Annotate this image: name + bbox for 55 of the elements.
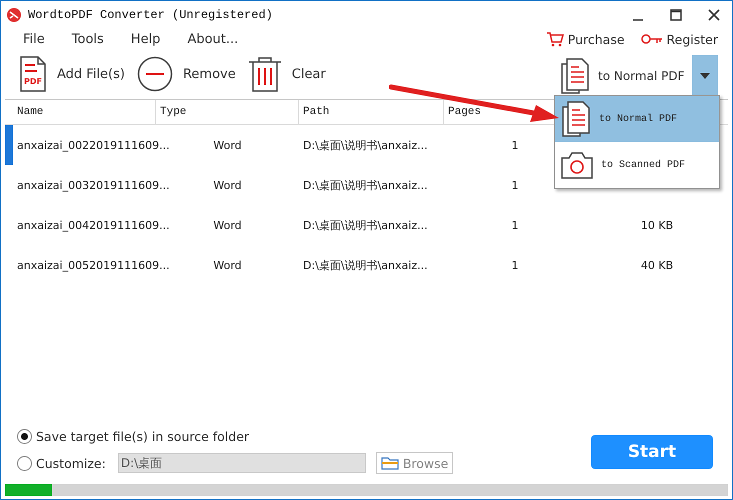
table-cell: anxaizai_0032019111609... <box>17 178 170 192</box>
document-stack-icon <box>561 101 591 137</box>
radio-button[interactable] <box>17 429 32 444</box>
radio-label[interactable]: Save target file(s) in source folder <box>36 429 250 444</box>
pdf-file-icon[interactable]: PDF <box>19 56 47 92</box>
table-cell: Word <box>213 258 242 272</box>
minus-circle-icon[interactable] <box>136 56 173 92</box>
caret-icon <box>700 73 710 79</box>
toolbar-button[interactable]: Add File(s) <box>57 66 125 82</box>
cart-icon[interactable] <box>546 31 564 47</box>
camera-icon <box>561 151 593 179</box>
toolbar-button[interactable]: Clear <box>292 66 326 82</box>
radio-label[interactable]: Customize: <box>36 456 106 470</box>
table-cell: D:\桌面\说明书\anxaiz... <box>303 258 428 272</box>
table-cell: Word <box>213 138 242 152</box>
table-cell: Word <box>213 218 242 232</box>
menu-item[interactable]: Help <box>130 32 160 46</box>
maximize-icon[interactable] <box>670 9 682 21</box>
app-logo-icon <box>6 7 22 23</box>
table-cell: D:\桌面\说明书\anxaiz... <box>303 138 428 152</box>
column-header[interactable]: Pages <box>448 106 482 118</box>
table-cell: 1 <box>512 178 518 192</box>
table-cell: 1 <box>512 218 518 232</box>
column-header[interactable]: Type <box>160 106 186 118</box>
register-link[interactable]: Register <box>666 32 718 46</box>
toolbar-button[interactable]: Remove <box>182 66 236 82</box>
dropdown-option[interactable]: to Normal PDF <box>555 96 719 142</box>
mode-dropdown[interactable]: to Normal PDF <box>598 69 684 83</box>
column-header[interactable]: Path <box>303 106 330 118</box>
window-title: WordtoPDF Converter (Unregistered) <box>28 8 273 22</box>
dropdown-arrow-button[interactable] <box>692 55 718 97</box>
menu-item[interactable]: File <box>23 32 45 46</box>
table-cell: anxaizai_0022019111609... <box>17 138 170 152</box>
menu-item[interactable]: Tools <box>72 32 104 46</box>
table-cell: D:\桌面\说明书\anxaiz... <box>303 218 428 232</box>
table-cell: 40 KB <box>640 258 674 272</box>
purchase-link[interactable]: Purchase <box>568 32 625 46</box>
path-field[interactable]: D:\桌面 <box>118 453 366 473</box>
table-cell: 1 <box>512 138 518 152</box>
document-stack-icon[interactable] <box>560 58 590 94</box>
table-cell: D:\桌面\说明书\anxaiz... <box>303 178 428 192</box>
menu-item[interactable]: About... <box>187 32 238 46</box>
table-cell: 1 <box>512 258 518 272</box>
dropdown-option[interactable]: to Scanned PDF <box>555 142 719 188</box>
table-cell: 10 KB <box>640 218 674 232</box>
close-icon[interactable] <box>708 9 720 21</box>
key-icon[interactable] <box>640 33 663 45</box>
trash-icon[interactable] <box>248 56 282 92</box>
browse-button[interactable]: Browse <box>376 452 454 474</box>
table-cell: anxaizai_0042019111609... <box>17 218 170 232</box>
table-cell: anxaizai_0052019111609... <box>17 258 170 272</box>
folder-icon <box>380 456 399 470</box>
table-cell: Word <box>213 178 242 192</box>
column-header[interactable]: Name <box>17 106 44 118</box>
radio-button[interactable] <box>17 456 32 470</box>
